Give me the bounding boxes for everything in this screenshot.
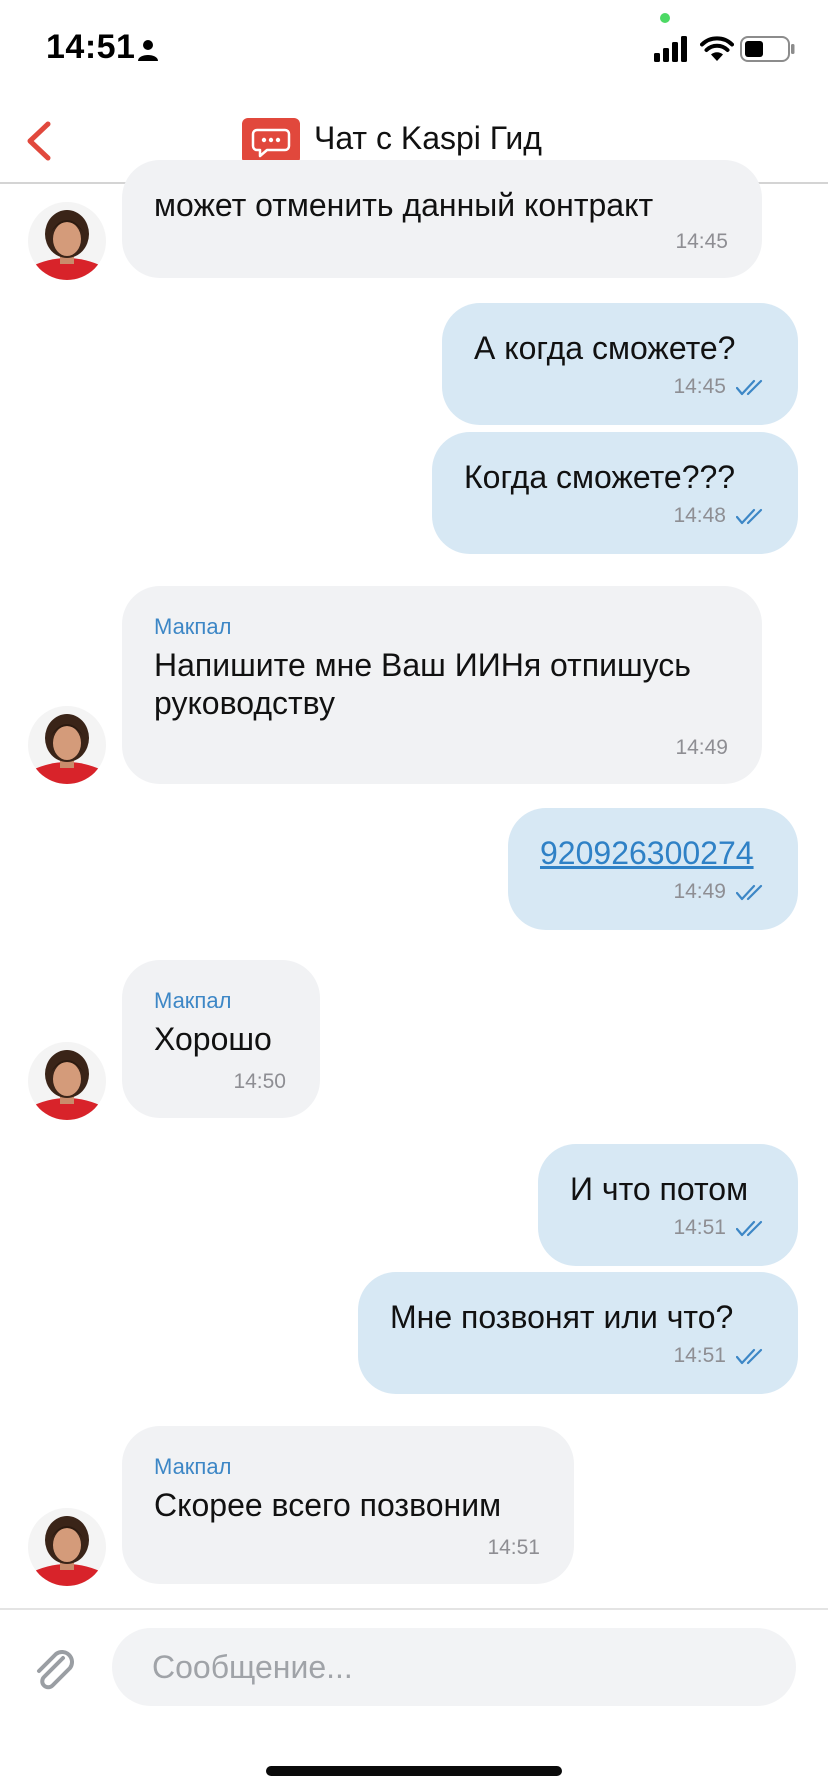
- privacy-indicator-dot: [660, 13, 670, 23]
- message-link[interactable]: 920926300274: [540, 834, 754, 872]
- sender-name: Макпал: [154, 1454, 232, 1479]
- agent-avatar[interactable]: [28, 202, 106, 280]
- message-time: 14:50: [233, 1070, 286, 1093]
- message-time: 14:45: [675, 230, 728, 253]
- message-time: 14:48: [673, 504, 726, 527]
- incoming-message[interactable]: может отменить данный контракт 14:45: [122, 160, 762, 278]
- sender-name: Макпал: [154, 614, 232, 639]
- double-check-icon: [736, 1348, 763, 1365]
- incoming-message[interactable]: Макпал Скорее всего позвоним 14:51: [122, 1426, 574, 1584]
- signal-icon: [654, 36, 687, 62]
- agent-avatar-icon: [28, 1042, 106, 1120]
- sender-name: Макпал: [154, 988, 232, 1013]
- agent-avatar-icon: [28, 202, 106, 280]
- message-time: 14:51: [673, 1344, 726, 1367]
- message-text: Напишите мне Ваш ИИНя отпишусь руководст…: [154, 647, 700, 721]
- outgoing-message[interactable]: Когда сможете??? 14:48: [432, 432, 798, 554]
- message-text: может отменить данный контракт: [154, 187, 654, 223]
- agent-avatar-icon: [28, 1508, 106, 1586]
- message-time: 14:51: [673, 1216, 726, 1239]
- message-time: 14:49: [675, 736, 728, 759]
- message-text: Хорошо: [154, 1021, 272, 1057]
- home-indicator[interactable]: [266, 1766, 562, 1776]
- status-bar: 14:51: [0, 0, 828, 100]
- agent-avatar[interactable]: [28, 706, 106, 784]
- message-time: 14:45: [673, 375, 726, 398]
- message-text: Скорее всего позвоним: [154, 1487, 502, 1523]
- incoming-message[interactable]: Макпал Напишите мне Ваш ИИНя отпишусь ру…: [122, 586, 762, 784]
- message-composer: [0, 1608, 828, 1792]
- message-time: 14:51: [487, 1536, 540, 1559]
- message-text: Когда сможете???: [464, 459, 736, 495]
- outgoing-message[interactable]: А когда сможете? 14:45: [442, 303, 798, 425]
- outgoing-message[interactable]: Мне позвонят или что? 14:51: [358, 1272, 798, 1394]
- agent-avatar-icon: [28, 706, 106, 784]
- agent-avatar[interactable]: [28, 1508, 106, 1586]
- status-time: 14:51: [46, 28, 136, 66]
- message-text: А когда сможете?: [474, 330, 736, 366]
- double-check-icon: [736, 884, 763, 901]
- outgoing-message[interactable]: И что потом 14:51: [538, 1144, 798, 1266]
- double-check-icon: [736, 1220, 763, 1237]
- double-check-icon: [736, 508, 763, 525]
- person-icon: [138, 40, 158, 61]
- outgoing-message[interactable]: 920926300274 14:49: [508, 808, 798, 930]
- wifi-icon: [700, 36, 734, 61]
- message-time: 14:49: [673, 880, 726, 903]
- incoming-message[interactable]: Макпал Хорошо 14:50: [122, 960, 320, 1118]
- message-text: И что потом: [570, 1171, 749, 1207]
- chat-bubble-icon: [242, 118, 300, 164]
- message-input[interactable]: [112, 1628, 796, 1706]
- agent-avatar[interactable]: [28, 1042, 106, 1120]
- chat-title: Чат с Kaspi Гид: [314, 120, 542, 156]
- paperclip-icon[interactable]: [30, 1646, 80, 1696]
- double-check-icon: [736, 379, 763, 396]
- message-text: Мне позвонят или что?: [390, 1299, 734, 1335]
- battery-icon: [740, 36, 795, 62]
- back-chevron-icon[interactable]: [18, 114, 62, 168]
